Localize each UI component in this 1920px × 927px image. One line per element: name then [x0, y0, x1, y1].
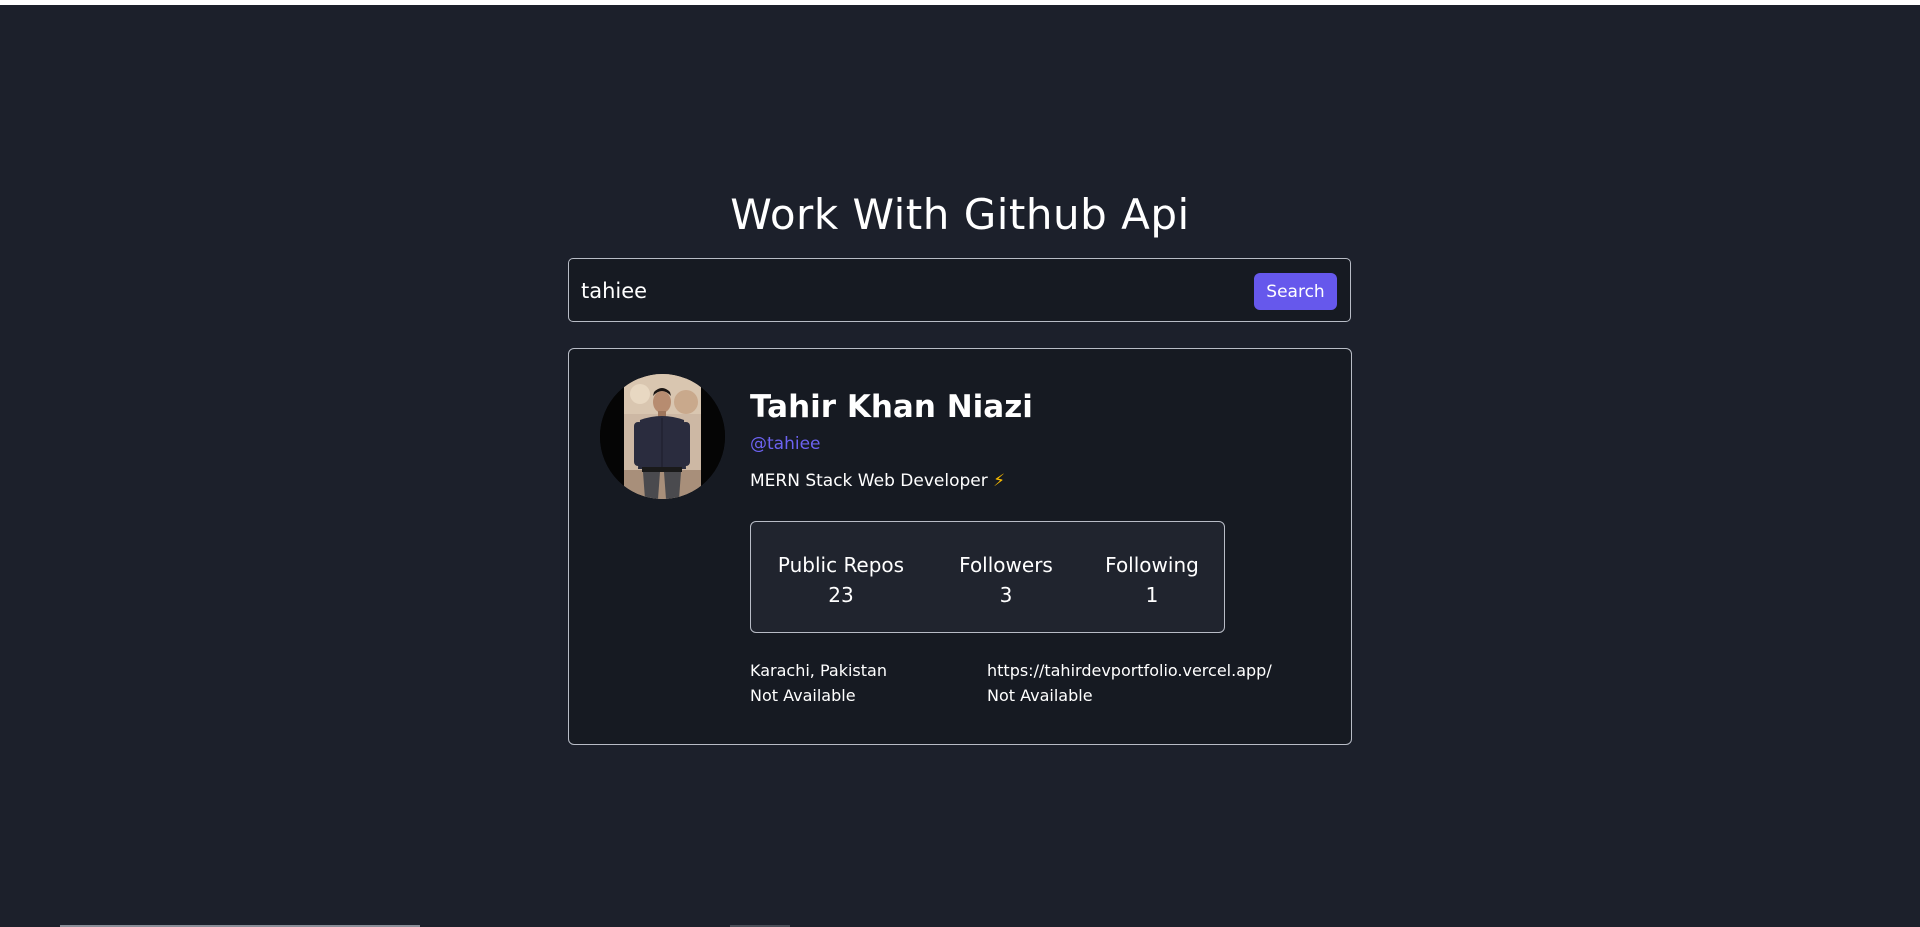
stat-value: 23 [828, 583, 854, 607]
lightning-icon: ⚡ [993, 471, 1006, 491]
profile-twitter: Not Available [750, 686, 856, 705]
avatar-photo-icon [600, 374, 725, 499]
stat-followers: Followers 3 [958, 550, 1054, 610]
avatar [600, 374, 725, 499]
profile-location: Karachi, Pakistan [750, 661, 887, 680]
search-box: Search [568, 258, 1351, 322]
stat-public-repos: Public Repos 23 [777, 550, 905, 610]
page-title: Work With Github Api [730, 190, 1190, 239]
profile-card: Tahir Khan Niazi @tahiee MERN Stack Web … [568, 348, 1352, 745]
profile-bio: MERN Stack Web Developer ⚡ [750, 471, 1005, 491]
stat-label: Public Repos [777, 553, 905, 577]
search-input[interactable] [581, 271, 1231, 311]
stat-following: Following 1 [1103, 550, 1201, 610]
stat-value: 1 [1145, 583, 1159, 607]
profile-name: Tahir Khan Niazi [750, 389, 1033, 425]
top-strip [0, 0, 1920, 5]
stat-label: Following [1105, 553, 1199, 577]
profile-company: Not Available [987, 686, 1093, 705]
stat-label: Followers [959, 553, 1053, 577]
stats-panel: Public Repos 23 Followers 3 Following 1 [750, 521, 1225, 633]
stat-value: 3 [999, 583, 1013, 607]
bio-text: MERN Stack Web Developer [750, 471, 988, 491]
profile-username-link[interactable]: @tahiee [750, 434, 821, 454]
search-button[interactable]: Search [1254, 273, 1337, 310]
profile-blog-link[interactable]: https://tahirdevportfolio.vercel.app/ [987, 658, 1272, 683]
